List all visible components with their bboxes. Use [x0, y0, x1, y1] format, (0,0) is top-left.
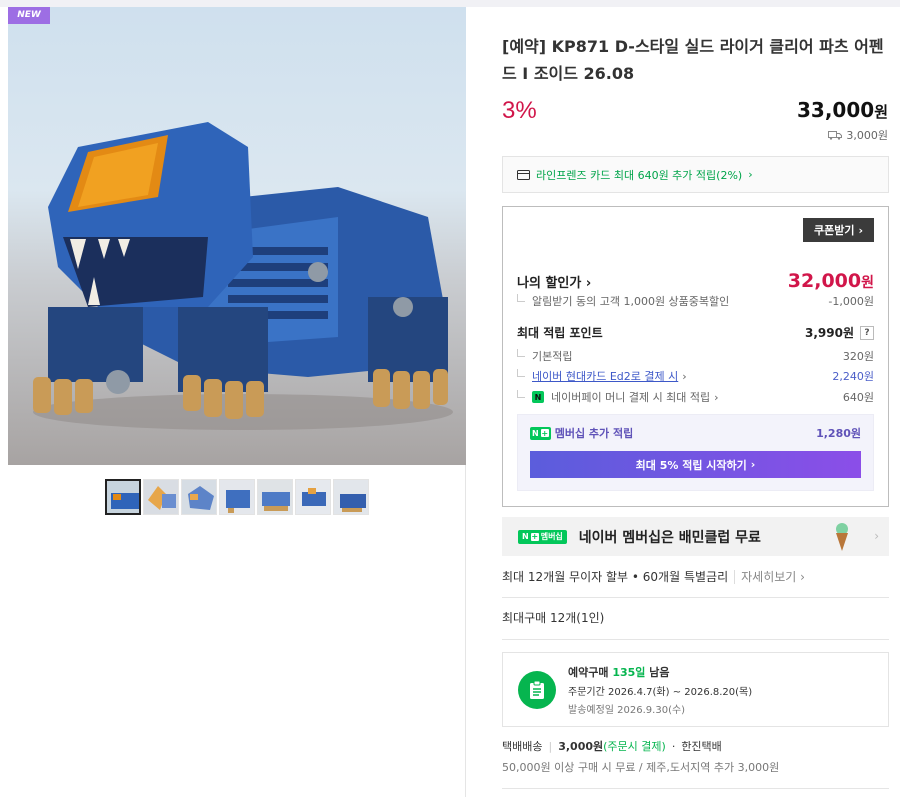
- basic-points-label: 기본적립: [517, 348, 572, 364]
- delivery-method: 택배배송: [502, 740, 543, 753]
- chevron-right-icon: ›: [858, 223, 864, 237]
- delivery-carrier: 한진택배: [681, 740, 722, 753]
- image-gallery: NEW: [8, 7, 466, 797]
- shipping-fee-value: 3,000원: [846, 129, 888, 142]
- my-discount-unit: 원: [861, 275, 874, 291]
- alert-discount-row: 알림받기 동의 고객 1,000원 상품중복할인 -1,000원: [517, 293, 874, 309]
- npay-points-value: 640원: [842, 391, 874, 404]
- ice-cream-icon: [836, 523, 848, 551]
- preorder-title-suffix: 남음: [649, 665, 670, 679]
- delivery-fee-note: (주문시 결제): [603, 740, 666, 753]
- my-discount-price: 32,000원: [788, 270, 874, 292]
- divider: |: [548, 739, 553, 753]
- card-points-value: 2,240원: [832, 370, 874, 383]
- discount-rate: 3%: [502, 97, 537, 124]
- npay-points-row[interactable]: N 네이버페이 머니 결제 시 최대 적립 › 640원: [517, 389, 874, 405]
- chevron-right-icon: ›: [874, 529, 879, 543]
- benefit-box: 쿠폰받기 › 나의 할인가 › 32,000원 알림받기 동의 고객 1,000…: [502, 206, 889, 507]
- card-points-label: 네이버 현대카드 Ed2로 결제 시 ›: [517, 368, 687, 384]
- thumbnail-strip: [105, 479, 369, 515]
- clipboard-icon: [518, 670, 556, 709]
- npay-points-label: N 네이버페이 머니 결제 시 최대 적립 ›: [517, 389, 719, 405]
- installment-text: 최대 12개월 무이자 할부 • 60개월 특별금리: [502, 570, 729, 584]
- price-unit: 원: [874, 103, 888, 121]
- thumbnail-2[interactable]: [143, 479, 179, 515]
- preorder-details: 예약구매 135일 남음 주문기간 2026.4.7(화) ~ 2026.8.2…: [568, 664, 752, 716]
- membership-row: N + 멤버십 추가 적립 1,280원: [530, 425, 861, 441]
- alert-discount-value: -1,000원: [828, 295, 874, 308]
- main-product-image[interactable]: NEW: [8, 7, 466, 465]
- points-header-row: 최대 적립 포인트 3,990원?: [517, 324, 874, 341]
- card-points-link[interactable]: 네이버 현대카드 Ed2로 결제 시: [532, 368, 678, 384]
- membership-banner[interactable]: N + 멤버십 네이버 멤버십은 배민클럽 무료 ›: [502, 517, 889, 556]
- new-badge: NEW: [8, 7, 50, 24]
- my-discount-price-value: 32,000: [787, 270, 862, 292]
- max-purchase: 최대구매 12개(1인): [502, 609, 889, 640]
- thumbnail-6[interactable]: [295, 479, 331, 515]
- product-page: NEW [예약] KP871 D-스타일 실드 라이거 클리어 파츠 어펜드 I…: [0, 0, 900, 797]
- membership-label: N + 멤버십 추가 적립: [530, 425, 633, 441]
- points-value: 3,990원: [805, 326, 854, 340]
- my-discount-label-text: 나의 할인가: [517, 275, 582, 291]
- product-title: [예약] KP871 D-스타일 실드 라이거 클리어 파츠 어펜드 I 조이드…: [502, 37, 884, 83]
- my-discount-label: 나의 할인가 ›: [517, 275, 592, 291]
- alert-discount-label: 알림받기 동의 고객 1,000원 상품중복할인: [517, 293, 729, 309]
- basic-points-value: 320원: [842, 350, 874, 363]
- card-benefit-text: 라인프렌즈 카드 최대 640원 추가 적립(2%): [536, 168, 743, 182]
- card-points-row[interactable]: 네이버 현대카드 Ed2로 결제 시 › 2,240원: [517, 368, 874, 384]
- preorder-box: 예약구매 135일 남음 주문기간 2026.4.7(화) ~ 2026.8.2…: [502, 652, 889, 727]
- membership-value: 1,280원: [816, 427, 861, 440]
- membership-badge-label: 멤버십: [540, 532, 563, 541]
- npay-icon: N: [532, 391, 544, 403]
- price-value: 33,000: [797, 98, 875, 122]
- thumbnail-3[interactable]: [181, 479, 217, 515]
- naver-plus-icon: N +: [530, 426, 551, 440]
- top-divider: [0, 0, 900, 7]
- thumbnail-7[interactable]: [333, 479, 369, 515]
- delivery-note: 50,000원 이상 구매 시 무료 / 제주,도서지역 추가 3,000원: [502, 761, 780, 774]
- thumbnail-4[interactable]: [219, 479, 255, 515]
- coupon-button-label: 쿠폰받기: [813, 224, 855, 237]
- installment-more-link[interactable]: 자세히보기 ›: [734, 570, 805, 584]
- preorder-title: 예약구매 135일 남음: [568, 664, 752, 680]
- product-price: 33,000원: [797, 98, 888, 122]
- points-total: 3,990원?: [805, 324, 874, 341]
- basic-points-row: 기본적립 320원: [517, 348, 874, 364]
- card-benefit-banner[interactable]: 라인프렌즈 카드 최대 640원 추가 적립(2%) ›: [502, 156, 889, 193]
- my-discount-row[interactable]: 나의 할인가 › 32,000원: [517, 270, 874, 292]
- preorder-title-prefix: 예약구매: [568, 665, 609, 679]
- truck-icon: [828, 131, 843, 140]
- preorder-ship-date: 발송예정일 2026.9.30(수): [568, 704, 686, 716]
- npay-points-text: 네이버페이 머니 결제 시 최대 적립: [551, 391, 711, 404]
- delivery-info: 택배배송 | 3,000원 (주문시 결제) · 한진택배: [502, 738, 722, 754]
- banner-text: 네이버 멤버십은 배민클럽 무료: [578, 529, 761, 546]
- membership-label-text: 멤버십 추가 적립: [554, 427, 634, 440]
- membership-start-label: 최대 5% 적립 시작하기: [635, 458, 747, 472]
- membership-start-button[interactable]: 최대 5% 적립 시작하기 ›: [530, 451, 861, 478]
- help-icon[interactable]: ?: [860, 325, 874, 340]
- naver-plus-membership-badge: N + 멤버십: [518, 529, 567, 544]
- bottom-divider: [502, 788, 889, 789]
- delivery-fee: 3,000원: [558, 740, 604, 753]
- dot-separator: ·: [671, 739, 676, 753]
- chevron-right-icon: ›: [750, 458, 756, 471]
- zoid-liger-illustration: [33, 122, 453, 430]
- membership-box: N + 멤버십 추가 적립 1,280원 최대 5% 적립 시작하기 ›: [517, 414, 874, 491]
- installment-info: 최대 12개월 무이자 할부 • 60개월 특별금리 자세히보기 ›: [502, 568, 889, 598]
- shipping-fee: 3,000원: [828, 127, 888, 143]
- credit-card-icon: [517, 169, 530, 180]
- coupon-button[interactable]: 쿠폰받기 ›: [803, 218, 874, 242]
- thumbnail-5[interactable]: [257, 479, 293, 515]
- preorder-days: 135일: [612, 665, 646, 679]
- installment-more-label: 자세히보기: [741, 570, 797, 584]
- preorder-period: 주문기간 2026.4.7(화) ~ 2026.8.20(목): [568, 686, 753, 698]
- thumbnail-1[interactable]: [105, 479, 141, 515]
- points-label: 최대 적립 포인트: [517, 326, 603, 340]
- chevron-right-icon: ›: [748, 168, 753, 181]
